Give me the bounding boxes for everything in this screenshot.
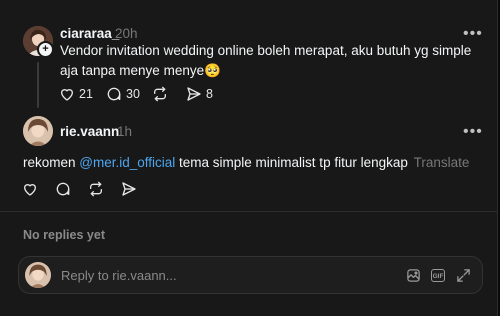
reply-text-before: rekomen [23, 155, 80, 170]
share-count: 8 [206, 87, 213, 101]
reply-composer[interactable]: Reply to rie.vaann... GIF [18, 256, 483, 294]
reply-text-after: tema simple minimalist tp fitur lengkap [175, 155, 408, 170]
post-more-options-icon[interactable]: ••• [463, 26, 483, 42]
reply-input-placeholder[interactable]: Reply to rie.vaann... [61, 268, 177, 283]
follow-plus-icon[interactable]: + [37, 41, 54, 58]
post-username[interactable]: ciararaa_ [60, 26, 119, 41]
section-divider [0, 211, 498, 212]
reply-repost-button[interactable] [88, 181, 104, 197]
reply-comment-button[interactable] [55, 181, 71, 197]
reply-text: rekomen @mer.id_official tema simple min… [23, 153, 483, 173]
mention-link[interactable]: @mer.id_official [79, 155, 175, 170]
thread-card: + ciararaa_ 20h ••• Vendor invitation we… [0, 0, 498, 316]
comment-count: 30 [126, 87, 140, 101]
image-icon [407, 269, 420, 282]
like-count: 21 [79, 87, 93, 101]
heart-icon [24, 184, 36, 196]
expand-composer-button[interactable] [456, 268, 471, 288]
no-replies-label: No replies yet [23, 228, 105, 242]
reply-more-options-icon[interactable]: ••• [463, 124, 483, 140]
send-icon [122, 182, 136, 196]
composer-avatar [25, 262, 51, 288]
send-icon [187, 87, 201, 101]
comment-bubble-icon [107, 87, 121, 101]
repost-icon [90, 181, 102, 197]
post-text: Vendor invitation wedding online boleh m… [60, 41, 480, 81]
translate-link[interactable]: Translate [414, 155, 470, 170]
comment-bubble-icon [56, 182, 70, 196]
heart-icon [61, 89, 73, 101]
share-button[interactable]: 8 [186, 86, 213, 102]
pleading-face-emoji: 🥺 [204, 63, 221, 78]
reply-like-button[interactable] [22, 181, 38, 197]
comment-button[interactable]: 30 [106, 86, 140, 102]
repost-icon [154, 86, 166, 102]
thread-connector-line [37, 62, 39, 108]
attach-image-button[interactable] [406, 268, 421, 288]
reply-share-button[interactable] [121, 181, 137, 197]
like-button[interactable]: 21 [59, 86, 93, 102]
reply-author-avatar[interactable] [23, 116, 53, 146]
post-text-content: Vendor invitation wedding online boleh m… [60, 43, 472, 78]
post-timestamp: 20h [115, 26, 138, 41]
repost-button[interactable] [152, 86, 168, 102]
reply-username[interactable]: rie.vaann [60, 124, 119, 139]
expand-diagonal-icon [457, 269, 470, 282]
reply-timestamp: 1h [117, 124, 133, 139]
gif-button[interactable]: GIF [431, 269, 445, 282]
